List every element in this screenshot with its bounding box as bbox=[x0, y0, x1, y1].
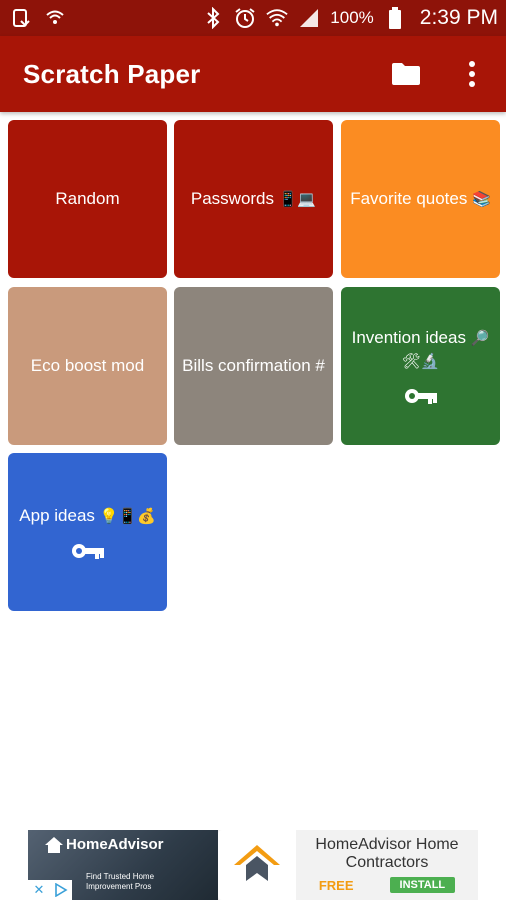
screenshot-icon bbox=[10, 7, 32, 29]
ad-app-logo bbox=[218, 830, 296, 900]
key-icon bbox=[404, 389, 437, 404]
ad-choices-icon bbox=[55, 883, 68, 897]
note-emoji: 💡📱💰 bbox=[99, 507, 156, 525]
note-title: Bills confirmation # bbox=[182, 356, 325, 375]
status-left bbox=[10, 7, 66, 29]
battery-percent: 100% bbox=[330, 8, 374, 27]
note-title: Random bbox=[55, 189, 120, 208]
app-bar: Scratch Paper bbox=[0, 36, 506, 112]
ad-brand: HomeAdvisor bbox=[66, 836, 164, 853]
more-options-button[interactable] bbox=[454, 56, 490, 92]
battery-icon bbox=[384, 7, 406, 29]
note-tile-favorite-quotes[interactable]: Favorite quotes 📚 bbox=[341, 120, 500, 278]
ad-banner[interactable]: HomeAdvisor Find Trusted Home Improvemen… bbox=[28, 830, 478, 900]
status-right: 100% 2:39 PM bbox=[202, 6, 498, 30]
close-icon: ✕ bbox=[33, 882, 45, 897]
ad-install-button[interactable]: INSTALL bbox=[389, 877, 456, 893]
home-advisor-logo-icon bbox=[45, 837, 63, 853]
note-title: Invention ideas 🔎🛠🔬 bbox=[351, 328, 490, 370]
status-bar: 100% 2:39 PM bbox=[0, 0, 506, 36]
note-tile-invention-ideas[interactable]: Invention ideas 🔎🛠🔬 bbox=[341, 287, 500, 445]
note-tile-app-ideas[interactable]: App ideas 💡📱💰 bbox=[8, 453, 167, 611]
status-time: 2:39 PM bbox=[419, 6, 498, 29]
note-title: App ideas 💡📱💰 bbox=[19, 505, 156, 525]
note-title: Favorite quotes 📚 bbox=[350, 188, 491, 208]
note-emoji: 📚 bbox=[472, 190, 491, 208]
key-icon bbox=[71, 543, 104, 559]
ad-choices-button[interactable] bbox=[50, 880, 72, 900]
note-tile-passwords[interactable]: Passwords 📱💻 bbox=[174, 120, 333, 278]
ad-title: HomeAdvisor Home Contractors bbox=[315, 836, 459, 871]
wifi-icon bbox=[266, 7, 288, 29]
ad-price: FREE bbox=[318, 877, 354, 893]
app-title: Scratch Paper bbox=[23, 58, 201, 89]
note-tile-random[interactable]: Random bbox=[8, 120, 167, 278]
folder-icon bbox=[392, 63, 420, 85]
ad-close-button[interactable]: ✕ bbox=[28, 880, 50, 900]
note-title: Passwords 📱💻 bbox=[190, 188, 317, 208]
folder-button[interactable] bbox=[388, 56, 424, 92]
house-logo-icon bbox=[234, 845, 280, 881]
ad-row: FREE INSTALL bbox=[318, 877, 456, 893]
note-title: Eco boost mod bbox=[30, 356, 145, 375]
ad-tagline: Find Trusted Home Improvement Pros bbox=[86, 872, 155, 891]
bluetooth-icon bbox=[202, 7, 224, 29]
note-tile-bills-confirmation[interactable]: Bills confirmation # bbox=[174, 287, 333, 445]
app-actions bbox=[388, 56, 490, 92]
note-tile-eco-boost-mod[interactable]: Eco boost mod bbox=[8, 287, 167, 445]
alarm-icon bbox=[234, 7, 256, 29]
more-vert-icon bbox=[469, 61, 475, 87]
note-emoji: 📱💻 bbox=[278, 190, 317, 208]
ad-info: HomeAdvisor Home Contractors FREE INSTAL… bbox=[296, 830, 478, 900]
wifi-small-icon bbox=[44, 7, 66, 29]
signal-icon bbox=[298, 7, 320, 29]
